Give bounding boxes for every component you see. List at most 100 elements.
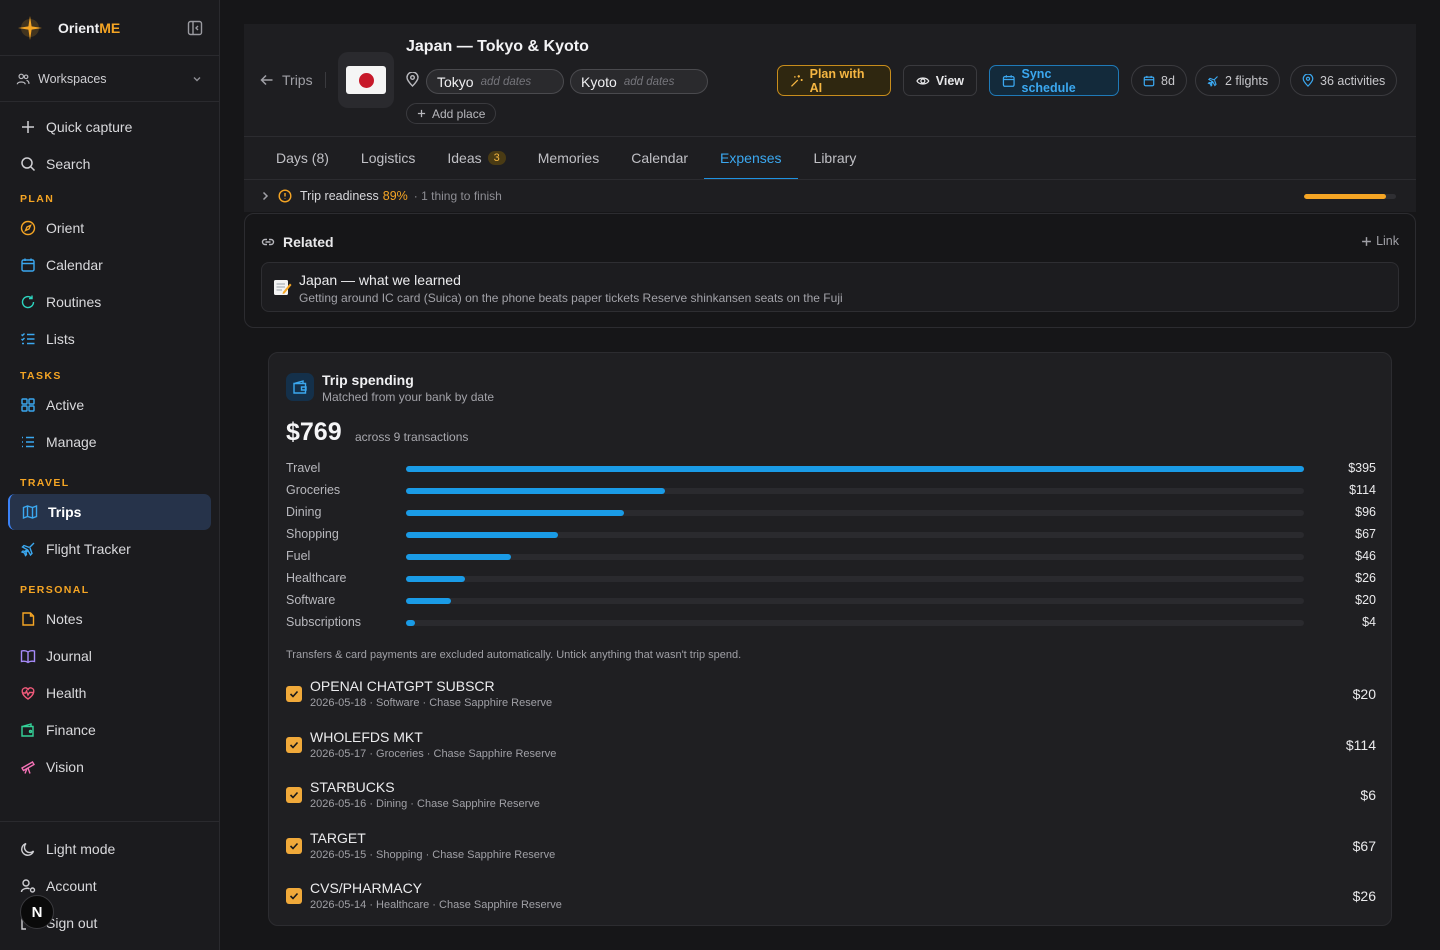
sidebar-item-label: Routines — [46, 294, 102, 310]
transaction-checkbox[interactable] — [286, 736, 302, 753]
category-row: Subscriptions $4 — [286, 612, 1376, 634]
plus-icon — [22, 121, 34, 133]
back-to-trips-link[interactable]: Trips — [260, 72, 313, 88]
trip-readiness-bar[interactable]: Trip readiness 89% · 1 thing to finish — [244, 179, 1416, 212]
quick-capture-button[interactable]: Quick capture — [8, 109, 211, 145]
section-label-plan: PLAN — [20, 193, 55, 205]
category-row: Shopping $67 — [286, 524, 1376, 546]
related-note-card[interactable]: Japan — what we learned Getting around I… — [261, 262, 1399, 312]
sidebar-collapse-icon[interactable] — [187, 20, 203, 36]
category-amount: $46 — [1355, 549, 1376, 563]
avatar[interactable]: N — [20, 895, 54, 929]
logo-star-icon — [16, 14, 44, 42]
category-bar-fill — [406, 510, 625, 516]
place-chip-tokyo[interactable]: Tokyo add dates — [426, 69, 564, 94]
place-chip-kyoto[interactable]: Kyoto add dates — [570, 69, 708, 94]
divider — [325, 72, 326, 88]
place-dates[interactable]: add dates — [481, 76, 532, 88]
spending-total-sub: across 9 transactions — [355, 430, 469, 444]
calendar-icon — [1143, 75, 1155, 86]
sidebar-item-calendar[interactable]: Calendar — [8, 247, 211, 283]
transaction-merchant: CVS/PHARMACY — [310, 880, 423, 896]
sidebar-item-label: Vision — [46, 759, 84, 775]
related-note-title: Japan — what we learned — [299, 272, 461, 288]
app-name[interactable]: OrientME — [58, 20, 120, 36]
sidebar-item-active[interactable]: Active — [8, 387, 211, 423]
readiness-progress-fill — [1304, 194, 1386, 199]
place-dates[interactable]: add dates — [624, 76, 675, 88]
transaction-meta: 2026-05-17 · Groceries · Chase Sapphire … — [310, 747, 557, 760]
check-icon — [289, 690, 299, 698]
sidebar-item-label: Account — [46, 878, 97, 894]
workspaces-label: Workspaces — [38, 71, 107, 86]
sidebar-item-vision[interactable]: Vision — [8, 749, 211, 785]
sidebar-item-label: Finance — [46, 722, 96, 738]
days-pill[interactable]: 8d — [1131, 65, 1187, 96]
trip-title: Japan — Tokyo & Kyoto — [406, 38, 589, 55]
user-gear-icon — [20, 879, 36, 893]
sidebar-item-manage[interactable]: Manage — [8, 424, 211, 460]
activities-count: 36 activities — [1320, 73, 1386, 88]
category-row: Groceries $114 — [286, 480, 1376, 502]
trip-header-top: Trips Japan — Tokyo & Kyoto Tokyo add da… — [244, 24, 1416, 137]
workspaces-dropdown[interactable]: Workspaces — [0, 56, 219, 102]
category-bar-fill — [406, 466, 1304, 472]
sidebar-item-journal[interactable]: Journal — [8, 638, 211, 674]
tab-library[interactable]: Library — [798, 137, 873, 179]
tab-ideas[interactable]: Ideas 3 — [431, 137, 521, 179]
transaction-checkbox[interactable] — [286, 686, 302, 702]
view-button[interactable]: View — [903, 65, 977, 96]
place-name: Tokyo — [437, 73, 474, 90]
search-button[interactable]: Search — [8, 146, 211, 182]
category-amount: $395 — [1348, 461, 1376, 475]
activities-pill[interactable]: 36 activities — [1290, 65, 1398, 96]
add-place-button[interactable]: Add place — [406, 103, 497, 124]
category-bar-track — [406, 554, 1304, 560]
trip-spending-card: Trip spending Matched from your bank by … — [268, 352, 1392, 926]
plane-icon — [20, 542, 35, 557]
sidebar-item-label: Active — [46, 397, 85, 413]
sidebar-item-label: Sign out — [46, 915, 98, 931]
tab-expenses[interactable]: Expenses — [704, 137, 799, 180]
transaction-amount: $67 — [1352, 837, 1376, 854]
plus-icon — [1362, 236, 1371, 246]
tab-logistics[interactable]: Logistics — [345, 137, 431, 179]
brand: OrientME — [0, 0, 219, 56]
flights-count: 2 flights — [1225, 73, 1269, 88]
section-label-personal: PERSONAL — [20, 584, 90, 596]
sidebar-item-routines[interactable]: Routines — [8, 284, 211, 320]
light-mode-toggle[interactable]: Light mode — [8, 831, 211, 867]
sidebar-item-label: Light mode — [46, 841, 116, 857]
sidebar-item-health[interactable]: Health — [8, 675, 211, 711]
sidebar-item-finance[interactable]: Finance — [8, 712, 211, 748]
flights-pill[interactable]: 2 flights — [1195, 65, 1281, 96]
list-icon — [22, 436, 34, 448]
transaction-checkbox[interactable] — [286, 787, 302, 803]
transaction-checkbox[interactable] — [286, 837, 302, 854]
sync-schedule-button[interactable]: Sync schedule — [989, 65, 1119, 96]
category-name: Travel — [286, 461, 321, 475]
add-link-button[interactable]: Link — [1361, 234, 1399, 248]
sidebar-item-label: Orient — [46, 220, 85, 236]
transaction-checkbox[interactable] — [286, 888, 302, 904]
chevron-right-icon[interactable] — [260, 191, 270, 201]
plan-with-ai-button[interactable]: Plan with AI — [777, 65, 891, 96]
tab-memories[interactable]: Memories — [522, 137, 615, 179]
sidebar-item-flight-tracker[interactable]: Flight Tracker — [8, 531, 211, 567]
sidebar-item-trips[interactable]: Trips — [8, 494, 211, 530]
trip-header: Trips Japan — Tokyo & Kyoto Tokyo add da… — [244, 24, 1416, 212]
tab-calendar[interactable]: Calendar — [615, 137, 704, 179]
category-bar-fill — [406, 532, 559, 538]
sidebar-item-notes[interactable]: Notes — [8, 601, 211, 637]
quick-capture-label: Quick capture — [46, 119, 133, 135]
transaction-meta: 2026-05-14 · Healthcare · Chase Sapphire… — [310, 899, 562, 911]
transaction-amount: $114 — [1345, 736, 1376, 753]
sidebar-item-orient[interactable]: Orient — [8, 210, 211, 246]
readiness-percent: 89% — [382, 189, 408, 203]
tab-days[interactable]: Days (8) — [260, 137, 345, 179]
calendar-icon — [21, 258, 35, 272]
sidebar-item-lists[interactable]: Lists — [8, 321, 211, 357]
transaction-meta: 2026-05-16 · Dining · Chase Sapphire Res… — [310, 798, 540, 810]
sidebar: OrientME Workspaces Quick capture Search… — [0, 0, 220, 950]
related-panel: Related Link Japan — what we learned Get… — [244, 213, 1416, 328]
